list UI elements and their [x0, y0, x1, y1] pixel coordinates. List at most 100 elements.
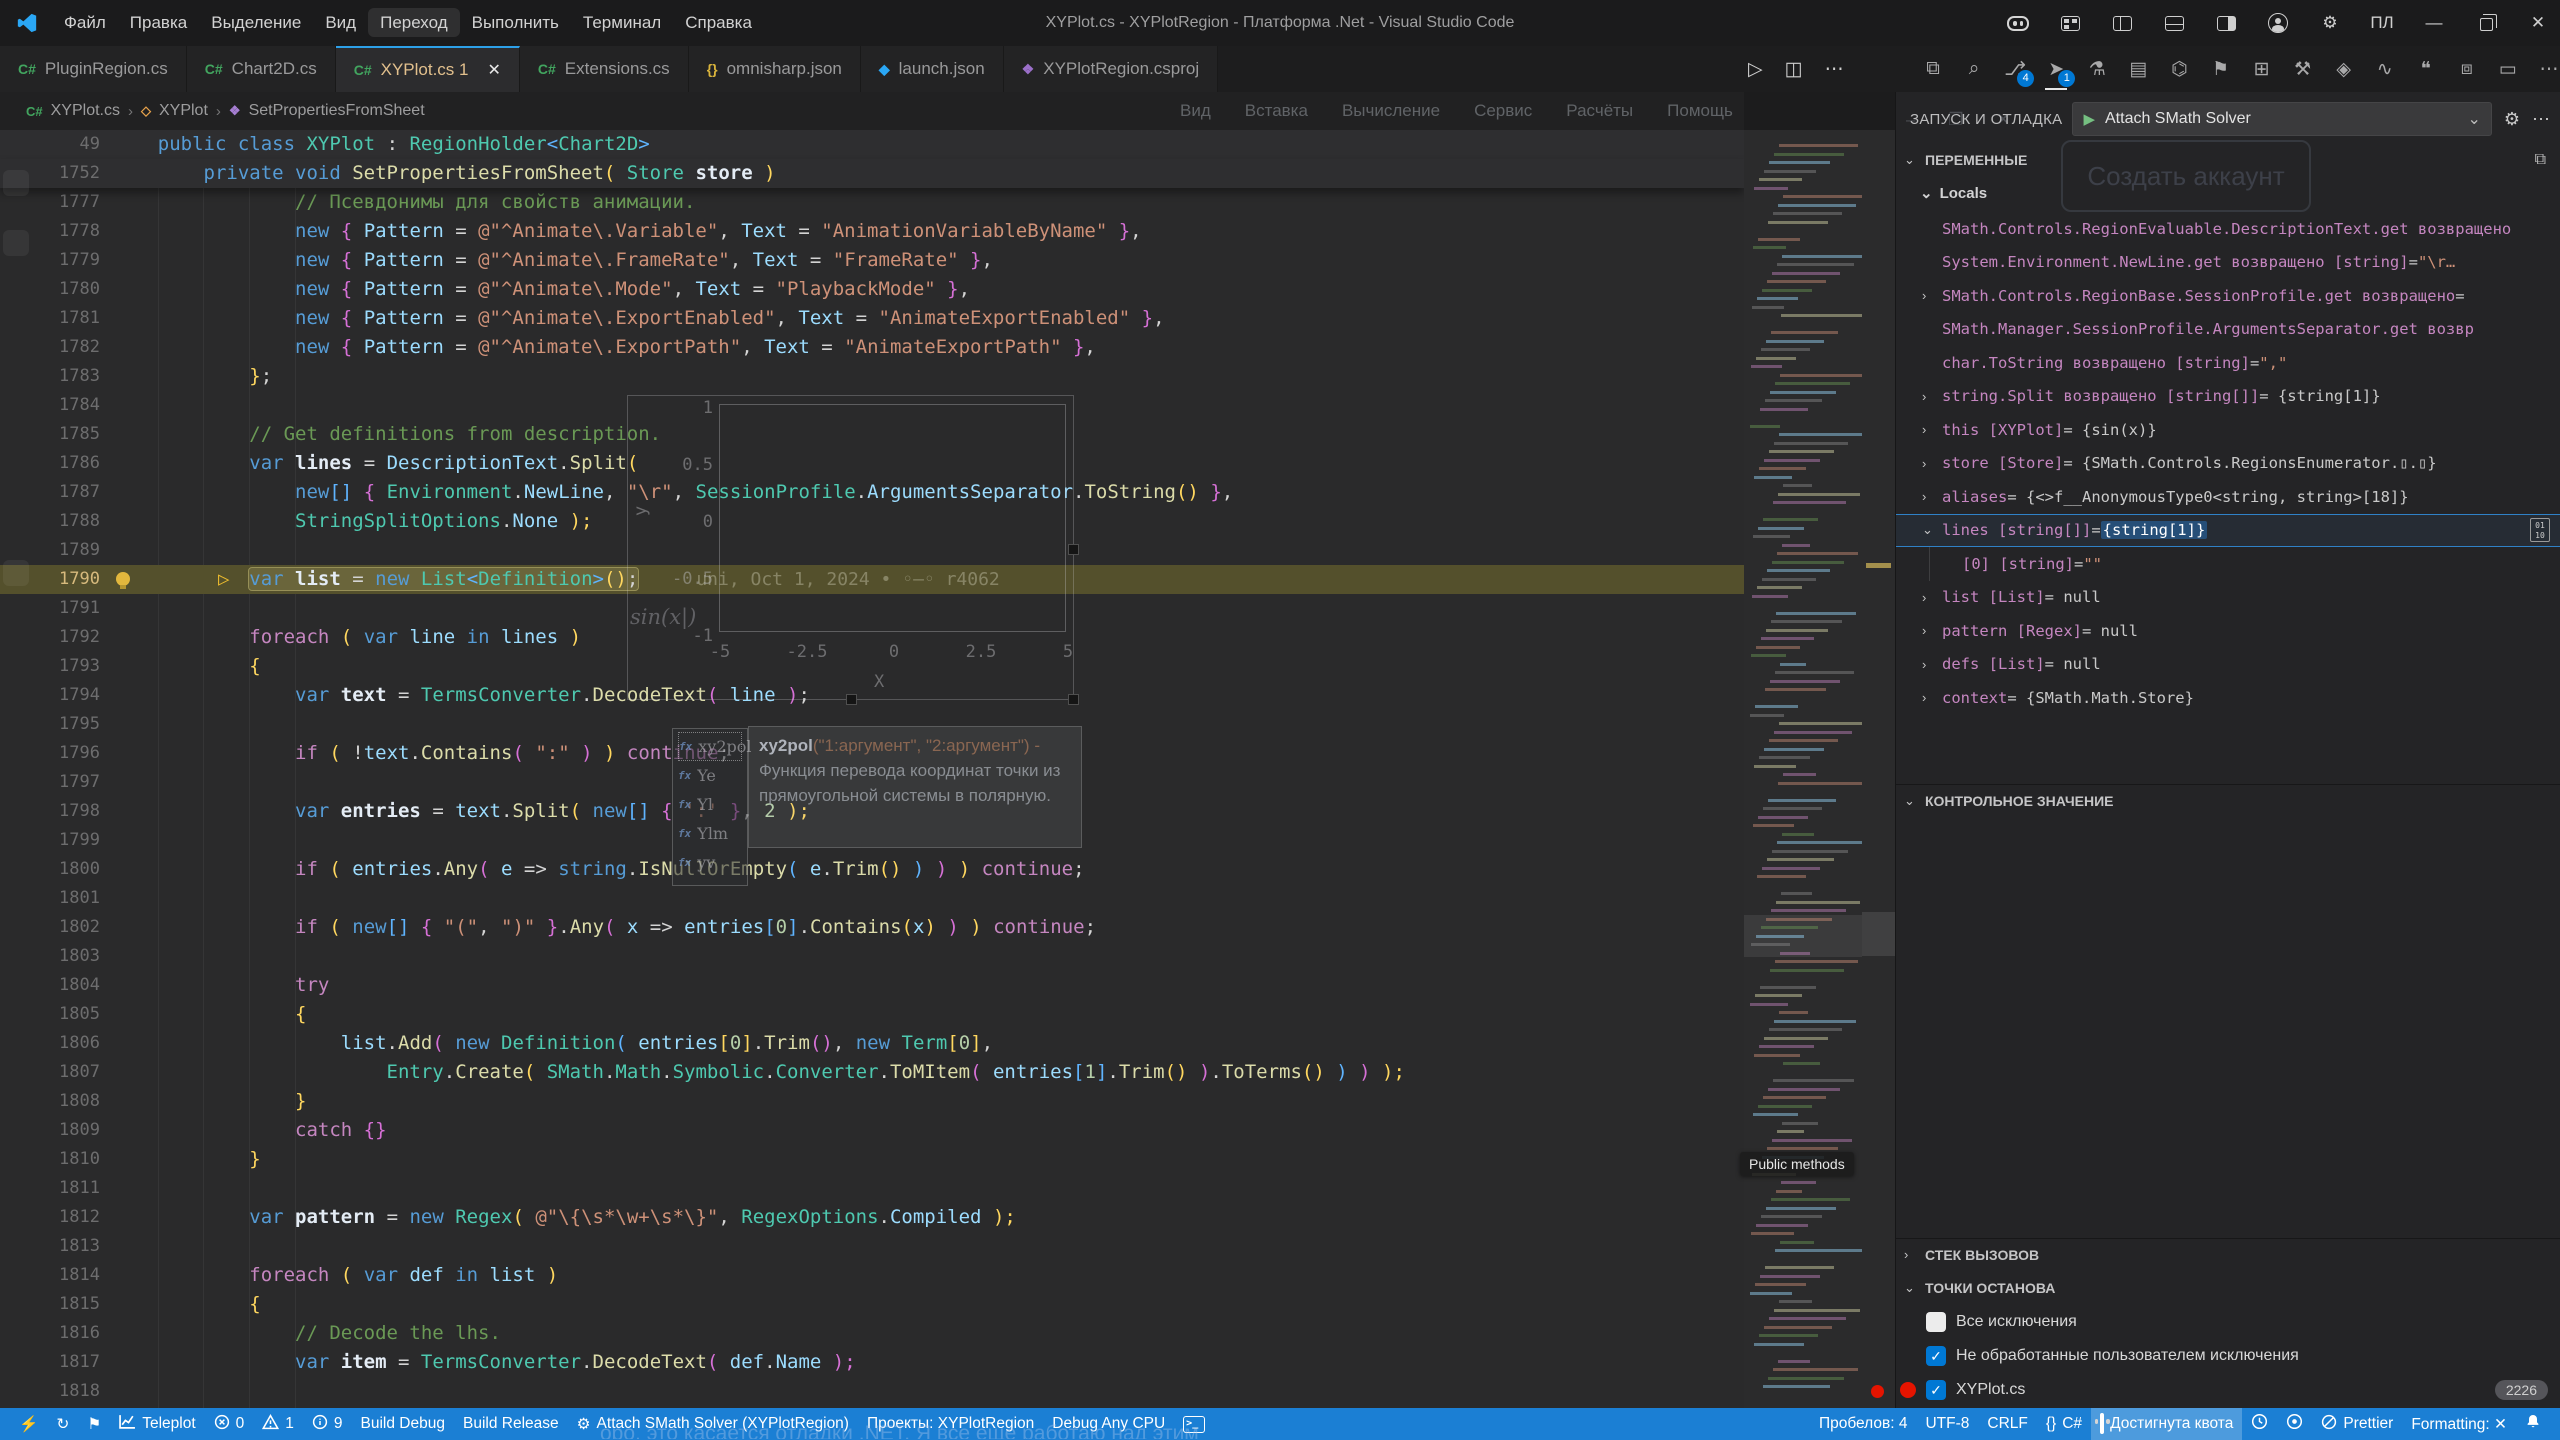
- line-number[interactable]: 1805: [0, 1000, 100, 1029]
- copy-icon[interactable]: ⧉: [1922, 58, 1944, 80]
- line-number[interactable]: 1786: [0, 449, 100, 478]
- code-line-1752[interactable]: 1752 private void SetPropertiesFromSheet…: [0, 159, 1744, 188]
- line-number[interactable]: 1813: [0, 1232, 100, 1261]
- variable-row[interactable]: SMath.Controls.RegionEvaluable.Descripti…: [1896, 212, 2560, 246]
- run-button[interactable]: ▷: [1748, 58, 1763, 81]
- status-status-item[interactable]: Пробелов: 4: [1810, 1408, 1917, 1440]
- beaker-icon[interactable]: ⚗: [2086, 58, 2108, 81]
- toggle-sidebar-icon[interactable]: [2100, 0, 2144, 46]
- code-line-49[interactable]: 49 public class XYPlot : RegionHolder<Ch…: [0, 130, 1744, 159]
- tab-XYPlot.cs-1[interactable]: C#XYPlot.cs 1✕: [336, 46, 520, 92]
- section-watch[interactable]: ⌄ КОНТРОЛЬНОЕ ЗНАЧЕНИЕ: [1896, 784, 2560, 816]
- code-line-1808[interactable]: 1808 }: [0, 1087, 1744, 1116]
- customize-layout-icon[interactable]: [2048, 0, 2092, 46]
- comment-icon[interactable]: ❝: [2415, 58, 2437, 81]
- menu-item-Правка[interactable]: Правка: [118, 8, 199, 37]
- status-status-item[interactable]: Build Debug: [352, 1408, 454, 1440]
- binary-view-icon[interactable]: 0110: [2530, 518, 2550, 542]
- code-line-1788[interactable]: 1788 StringSplitOptions.None );: [0, 507, 1744, 536]
- zap-status-item[interactable]: ⚡: [10, 1408, 47, 1440]
- variable-row[interactable]: ›aliases = {<>f__AnonymousType0<string, …: [1896, 480, 2560, 514]
- menu-item-Вид[interactable]: Вид: [313, 8, 368, 37]
- bell-status-item[interactable]: [2516, 1408, 2550, 1440]
- variable-row[interactable]: ›context = {SMath.Math.Store}: [1896, 681, 2560, 715]
- line-number[interactable]: 1814: [0, 1261, 100, 1290]
- scrollbar-handle[interactable]: [1862, 912, 1895, 956]
- breadcrumb-class[interactable]: XYPlot: [159, 102, 208, 120]
- noentry-status-item[interactable]: Prettier: [2312, 1408, 2402, 1440]
- menu-item-Переход[interactable]: Переход: [368, 8, 460, 37]
- overview-ruler-scrollbar[interactable]: [1862, 130, 1895, 1408]
- tree-icon[interactable]: ⌬: [2168, 58, 2190, 81]
- more-actions-icon[interactable]: ⋯: [1825, 58, 1844, 81]
- code-line-1795[interactable]: 1795: [0, 710, 1744, 739]
- code-line-1786[interactable]: 1786 var lines = DescriptionText.Split(: [0, 449, 1744, 478]
- line-number[interactable]: 1785: [0, 420, 100, 449]
- code-line-1778[interactable]: 1778 new { Pattern = @"^Animate\.Variabl…: [0, 217, 1744, 246]
- code-line-1806[interactable]: 1806 list.Add( new Definition( entries[0…: [0, 1029, 1744, 1058]
- bookmark-icon[interactable]: ⚑: [2209, 58, 2231, 81]
- chevron-icon[interactable]: ›: [1922, 456, 1942, 471]
- line-number[interactable]: 1795: [0, 710, 100, 739]
- variable-row[interactable]: ⌄lines [string[]] = {string[1]}0110: [1896, 514, 2560, 548]
- tab-XYPlotRegion.csproj[interactable]: ❖XYPlotRegion.csproj: [1004, 46, 1218, 92]
- line-number[interactable]: 1784: [0, 391, 100, 420]
- variable-row[interactable]: SMath.Manager.SessionProfile.ArgumentsSe…: [1896, 313, 2560, 347]
- breakpoint-row[interactable]: ✓Не обработанные пользователем исключени…: [1896, 1339, 2560, 1373]
- line-number[interactable]: 1791: [0, 594, 100, 623]
- tab-PluginRegion.cs[interactable]: C#PluginRegion.cs: [0, 46, 187, 92]
- variable-row[interactable]: ›list [List] = null: [1896, 581, 2560, 615]
- toggle-panel-icon[interactable]: [2152, 0, 2196, 46]
- chevron-icon[interactable]: ›: [1922, 422, 1942, 437]
- attach-status-item[interactable]: ⚙Attach SMath Solver (XYPlotRegion): [568, 1408, 858, 1440]
- terminal-status-item[interactable]: >_: [1174, 1408, 1214, 1440]
- line-number[interactable]: 1801: [0, 884, 100, 913]
- code-line-1780[interactable]: 1780 new { Pattern = @"^Animate\.Mode", …: [0, 275, 1744, 304]
- code-line-1777[interactable]: 1777 // Псевдонимы для свойств анимации.: [0, 188, 1744, 217]
- status-status-item[interactable]: Build Release: [454, 1408, 568, 1440]
- code-line-1799[interactable]: 1799: [0, 826, 1744, 855]
- status-status-item[interactable]: UTF-8: [1916, 1408, 1978, 1440]
- copilot-icon[interactable]: [1996, 0, 2040, 46]
- code-line-1803[interactable]: 1803: [0, 942, 1744, 971]
- line-number[interactable]: 1800: [0, 855, 100, 884]
- line-number[interactable]: 1794: [0, 681, 100, 710]
- copilot-status-item[interactable]: Достигнута квота: [2091, 1408, 2242, 1440]
- chevron-icon[interactable]: ›: [1922, 288, 1942, 303]
- search-icon[interactable]: ⌕: [1963, 58, 1985, 80]
- chevron-icon[interactable]: ›: [1922, 389, 1942, 404]
- restore-button[interactable]: [2464, 0, 2508, 46]
- code-line-1790[interactable]: 1790▷ var list = new List<Definition>();…: [0, 565, 1744, 594]
- line-number[interactable]: 1806: [0, 1029, 100, 1058]
- diamond-icon[interactable]: ◈: [2333, 58, 2355, 81]
- line-number[interactable]: 1793: [0, 652, 100, 681]
- chart-status-item[interactable]: Teleplot: [110, 1408, 204, 1440]
- wave-icon[interactable]: ∿: [2374, 58, 2396, 81]
- line-number[interactable]: 1811: [0, 1174, 100, 1203]
- code-line-1805[interactable]: 1805 {: [0, 1000, 1744, 1029]
- variable-row[interactable]: ›string.Split возвращено [string[]] = {s…: [1896, 380, 2560, 414]
- line-number[interactable]: 1787: [0, 478, 100, 507]
- debug-settings-gear-icon[interactable]: ⚙: [2504, 109, 2520, 130]
- code-line-1810[interactable]: 1810 }: [0, 1145, 1744, 1174]
- grid-icon[interactable]: ⊞: [2251, 58, 2273, 81]
- breadcrumb-file[interactable]: XYPlot.cs: [51, 102, 120, 120]
- braces-status-item[interactable]: {}C#: [2037, 1408, 2091, 1440]
- code-line-1804[interactable]: 1804 try: [0, 971, 1744, 1000]
- line-number[interactable]: 1812: [0, 1203, 100, 1232]
- variable-row[interactable]: ›pattern [Regex] = null: [1896, 614, 2560, 648]
- code-line-1800[interactable]: 1800 if ( entries.Any( e => string.IsNul…: [0, 855, 1744, 884]
- status-status-item[interactable]: Debug Any CPU: [1043, 1408, 1174, 1440]
- line-number[interactable]: 1799: [0, 826, 100, 855]
- line-number[interactable]: 1810: [0, 1145, 100, 1174]
- clock-status-item[interactable]: [2242, 1408, 2277, 1440]
- nodes-icon[interactable]: ⧈: [2456, 58, 2478, 80]
- code-line-1798[interactable]: 1798 var entries = text.Split( new[] { '…: [0, 797, 1744, 826]
- minimap[interactable]: [1744, 130, 1862, 1408]
- line-number[interactable]: 1815: [0, 1290, 100, 1319]
- code-line-1817[interactable]: 1817 var item = TermsConverter.DecodeTex…: [0, 1348, 1744, 1377]
- code-line-1812[interactable]: 1812 var pattern = new Regex( @"\{\s*\w+…: [0, 1203, 1744, 1232]
- menu-item-Выполнить[interactable]: Выполнить: [460, 8, 571, 37]
- code-line-1797[interactable]: 1797: [0, 768, 1744, 797]
- code-line-1792[interactable]: 1792 foreach ( var line in lines ): [0, 623, 1744, 652]
